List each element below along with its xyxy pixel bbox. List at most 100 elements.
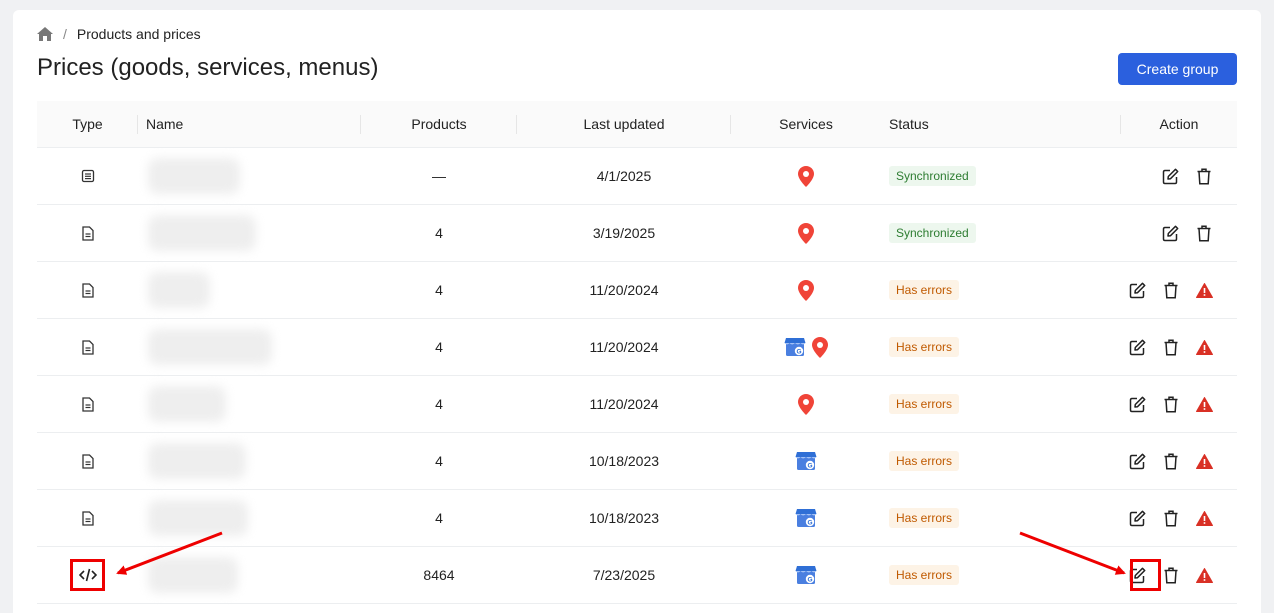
row-status: Has errors (881, 319, 1121, 375)
row-status: Has errors (881, 433, 1121, 489)
map-pin-icon (798, 279, 814, 301)
row-name[interactable] (138, 262, 361, 318)
row-name[interactable] (138, 433, 361, 489)
redacted-name (148, 557, 238, 593)
row-status: Synchronized (881, 205, 1121, 261)
row-last-updated: 10/18/2023 (588, 510, 660, 526)
row-services (731, 148, 881, 204)
row-last-updated: 10/18/2023 (588, 453, 660, 469)
column-header-products[interactable]: Products (361, 101, 517, 147)
table-row[interactable]: 4 11/20/2024 Has errors (37, 376, 1237, 433)
warning-icon[interactable] (1188, 330, 1221, 364)
delete-icon[interactable] (1154, 444, 1187, 478)
redacted-name (148, 272, 210, 308)
edit-icon[interactable] (1121, 501, 1154, 535)
row-actions (1121, 490, 1237, 546)
row-actions (1121, 205, 1237, 261)
row-status: Has errors (881, 376, 1121, 432)
redacted-name (148, 158, 240, 194)
document-icon (81, 282, 94, 298)
delete-icon[interactable] (1154, 330, 1187, 364)
row-services (731, 205, 881, 261)
edit-icon[interactable] (1121, 444, 1154, 478)
content-card: / Products and prices Prices (goods, ser… (13, 10, 1261, 613)
prices-table: Type Name Products Last updated Services… (37, 101, 1237, 604)
svg-text:G: G (807, 519, 812, 526)
redacted-name (148, 215, 256, 251)
row-name[interactable] (138, 376, 361, 432)
row-type (37, 319, 138, 375)
page-title: Prices (goods, services, menus) (37, 54, 379, 81)
row-name[interactable] (138, 547, 361, 603)
edit-icon[interactable] (1153, 216, 1187, 250)
status-badge: Has errors (889, 451, 960, 471)
column-header-type[interactable]: Type (37, 101, 138, 147)
row-type (37, 148, 138, 204)
table-row[interactable]: 4 11/20/2024 Has errors (37, 262, 1237, 319)
table-row[interactable]: 4 11/20/2024 G Has errors (37, 319, 1237, 376)
table-row[interactable]: — 4/1/2025 Synchronized (37, 148, 1237, 205)
edit-icon[interactable] (1153, 159, 1187, 193)
warning-icon[interactable] (1188, 387, 1221, 421)
svg-text:G: G (807, 462, 812, 469)
map-pin-icon (812, 336, 828, 358)
row-type (37, 433, 138, 489)
row-type (37, 262, 138, 318)
row-name[interactable] (138, 319, 361, 375)
row-status: Has errors (881, 262, 1121, 318)
edit-icon[interactable] (1121, 387, 1154, 421)
row-last-updated: 11/20/2024 (589, 282, 659, 298)
svg-text:G: G (796, 348, 801, 355)
code-icon[interactable] (78, 568, 97, 582)
warning-icon[interactable] (1188, 558, 1221, 592)
delete-icon[interactable] (1154, 558, 1187, 592)
delete-icon[interactable] (1187, 159, 1221, 193)
document-icon (81, 510, 94, 526)
delete-icon[interactable] (1154, 273, 1187, 307)
column-header-last-updated[interactable]: Last updated (517, 101, 731, 147)
delete-icon[interactable] (1154, 387, 1187, 421)
map-pin-icon (798, 222, 814, 244)
row-actions (1121, 547, 1237, 603)
row-products: 4 (435, 282, 443, 298)
warning-icon[interactable] (1188, 273, 1221, 307)
table-header: Type Name Products Last updated Services… (37, 101, 1237, 148)
warning-icon[interactable] (1188, 501, 1221, 535)
edit-icon[interactable] (1121, 558, 1154, 592)
warning-icon[interactable] (1188, 444, 1221, 478)
row-services (731, 262, 881, 318)
row-actions (1121, 319, 1237, 375)
table-row[interactable]: 4 10/18/2023 G Has errors (37, 490, 1237, 547)
column-header-status[interactable]: Status (881, 101, 1121, 147)
status-badge: Has errors (889, 394, 960, 414)
row-products: 4 (435, 339, 443, 355)
svg-text:G: G (807, 576, 812, 583)
delete-icon[interactable] (1154, 501, 1187, 535)
delete-icon[interactable] (1187, 216, 1221, 250)
row-type (37, 490, 138, 546)
table-row[interactable]: 4 3/19/2025 Synchronized (37, 205, 1237, 262)
row-name[interactable] (138, 148, 361, 204)
row-status: Has errors (881, 490, 1121, 546)
map-pin-icon (798, 165, 814, 187)
status-badge: Has errors (889, 337, 960, 357)
column-header-name[interactable]: Name (138, 101, 361, 147)
edit-icon[interactable] (1121, 330, 1154, 364)
column-header-action: Action (1159, 116, 1199, 132)
document-icon (81, 453, 94, 469)
row-name[interactable] (138, 490, 361, 546)
status-badge: Has errors (889, 565, 960, 585)
column-header-services: Services (779, 116, 833, 132)
row-products: — (432, 168, 446, 184)
home-icon[interactable] (37, 27, 53, 41)
table-row[interactable]: 4 10/18/2023 G Has errors (37, 433, 1237, 490)
create-group-button[interactable]: Create group (1118, 53, 1237, 85)
row-name[interactable] (138, 205, 361, 261)
map-pin-icon (798, 393, 814, 415)
edit-icon[interactable] (1121, 273, 1154, 307)
row-services (731, 376, 881, 432)
row-actions (1121, 148, 1237, 204)
row-services: G (731, 547, 881, 603)
table-row[interactable]: 8464 7/23/2025 G Has errors (37, 547, 1237, 604)
row-type (37, 376, 138, 432)
